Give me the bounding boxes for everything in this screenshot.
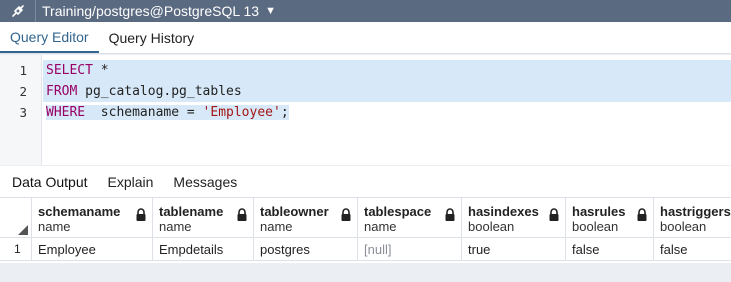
table-row[interactable]: 1 Employee Empdetails postgres [null] tr…	[0, 238, 731, 261]
chevron-down-icon: ▼	[265, 5, 276, 17]
editor-tabs: Query Editor Query History	[0, 22, 731, 54]
query-tool-header: Training/postgres@PostgreSQL 13 ▼	[0, 0, 731, 22]
column-header-hastriggers[interactable]: hastriggers boolean	[654, 198, 731, 238]
column-header-tablespace[interactable]: tablespace name	[358, 198, 462, 238]
table-cell[interactable]: false	[654, 238, 731, 261]
sql-editor[interactable]: 1 2 3 SELECT * FROM pg_catalog.pg_tables…	[0, 55, 731, 165]
code-text: ;	[280, 105, 289, 120]
code-line: FROM pg_catalog.pg_tables	[43, 81, 731, 102]
code-text: *	[92, 63, 109, 78]
data-grid: schemaname name tablename name tableowne…	[0, 198, 731, 263]
line-number: 2	[19, 84, 27, 99]
tab-query-history[interactable]: Query History	[99, 22, 205, 53]
code-text: schemaname =	[85, 105, 203, 120]
lock-icon	[637, 208, 647, 224]
tab-messages[interactable]: Messages	[163, 174, 247, 190]
column-name: hastriggers	[660, 204, 731, 219]
lock-icon	[136, 208, 146, 224]
table-cell[interactable]: true	[462, 238, 566, 261]
column-type: boolean	[660, 219, 707, 234]
table-cell[interactable]: Empdetails	[153, 238, 254, 261]
sql-string: 'Employee'	[202, 105, 281, 120]
lock-icon	[341, 208, 351, 224]
connection-label: Training/postgres@PostgreSQL 13	[42, 3, 260, 19]
connection-selector[interactable]: Training/postgres@PostgreSQL 13 ▼	[42, 3, 276, 19]
line-number: 1	[19, 63, 27, 78]
column-header-tableowner[interactable]: tableowner name	[254, 198, 358, 238]
column-header-hasindexes[interactable]: hasindexes boolean	[462, 198, 566, 238]
tab-query-editor[interactable]: Query Editor	[0, 22, 99, 53]
column-header-hasrules[interactable]: hasrules boolean	[566, 198, 654, 238]
tab-data-output[interactable]: Data Output	[0, 174, 98, 190]
code-line: SELECT *	[43, 60, 731, 81]
lock-icon	[549, 208, 559, 224]
code-area[interactable]: SELECT * FROM pg_catalog.pg_tables WHERE…	[43, 60, 731, 123]
grid-empty-area	[0, 263, 731, 282]
row-number[interactable]: 1	[0, 238, 32, 261]
grid-header-row: schemaname name tablename name tableowne…	[0, 198, 731, 238]
table-cell[interactable]: postgres	[254, 238, 358, 261]
sql-keyword: FROM	[46, 84, 78, 99]
plug-icon[interactable]	[0, 0, 36, 22]
table-cell[interactable]: false	[566, 238, 654, 261]
sql-keyword: SELECT	[46, 63, 93, 78]
line-number: 3	[19, 105, 27, 120]
code-line: WHERE schemaname = 'Employee';	[43, 102, 731, 123]
column-header-tablename[interactable]: tablename name	[153, 198, 254, 238]
column-header-schemaname[interactable]: schemaname name	[32, 198, 153, 238]
table-cell[interactable]: Employee	[32, 238, 153, 261]
tab-explain[interactable]: Explain	[98, 174, 164, 190]
result-tabs: Data Output Explain Messages	[0, 166, 731, 198]
lock-icon	[445, 208, 455, 224]
table-cell[interactable]: [null]	[358, 238, 462, 261]
column-name: schemaname	[38, 204, 121, 219]
select-all-corner[interactable]	[0, 198, 32, 238]
code-text: pg_catalog.pg_tables	[77, 84, 242, 99]
column-type: name	[38, 219, 71, 234]
lock-icon	[237, 208, 247, 224]
line-gutter: 1 2 3	[0, 55, 42, 165]
sql-keyword: WHERE	[46, 105, 86, 120]
